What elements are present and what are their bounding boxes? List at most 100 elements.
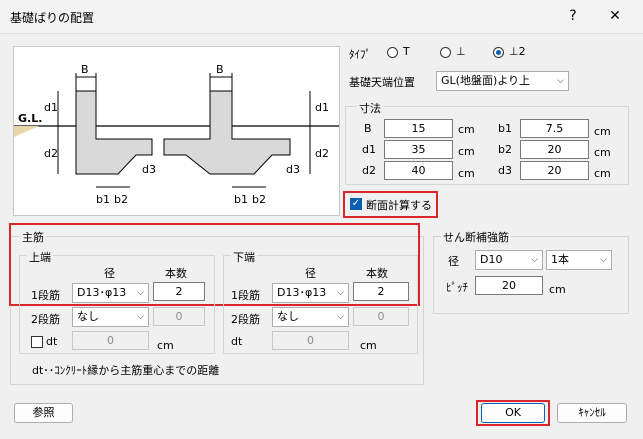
right-d3-label: d3 bbox=[286, 163, 300, 176]
main-bar-title: 主筋 bbox=[20, 229, 46, 245]
type-radio-inverted-t2[interactable] bbox=[493, 47, 504, 58]
dim-b2-label: b2 bbox=[498, 143, 512, 156]
right-b1-label: b1 bbox=[234, 193, 248, 206]
beam-diagram: G.L. B B d1 d2 d1 d2 d3 d3 b1 b2 b1 b2 bbox=[13, 46, 340, 216]
dim-d1-unit: cm bbox=[458, 145, 475, 158]
dim-b-label: B bbox=[364, 122, 372, 135]
top-bar-title: 上端 bbox=[27, 249, 53, 265]
right-d2-label: d2 bbox=[315, 147, 329, 160]
type-option-inverted-t: ⊥ bbox=[456, 45, 466, 58]
cancel-button[interactable]: ｷｬﾝｾﾙ bbox=[557, 403, 627, 423]
top-row1-label: 1段筋 bbox=[31, 289, 60, 302]
bottom-row2-dia-value: なし bbox=[277, 310, 299, 323]
dt-note: dt･･ｺﾝｸﾘｰﾄ縁から主筋重心までの距離 bbox=[32, 364, 220, 377]
bottom-row2-count-input[interactable]: 0 bbox=[353, 307, 409, 326]
top-dt-unit: cm bbox=[157, 339, 174, 352]
top-dt-label: dt bbox=[46, 335, 58, 348]
chevron-down-icon: ⌵ bbox=[137, 288, 144, 298]
chevron-down-icon: ⌵ bbox=[137, 312, 144, 322]
shear-dia-label: 径 bbox=[448, 255, 459, 268]
left-d3-label: d3 bbox=[142, 163, 156, 176]
dim-b1-label: b1 bbox=[498, 122, 512, 135]
chevron-down-icon: ⌵ bbox=[557, 76, 564, 86]
bottom-dt-unit: cm bbox=[360, 339, 377, 352]
top-row2-label: 2段筋 bbox=[31, 313, 60, 326]
type-radio-t[interactable] bbox=[387, 47, 398, 58]
left-b2-label: b2 bbox=[114, 193, 128, 206]
type-radio-inverted-t[interactable] bbox=[440, 47, 451, 58]
bottom-dt-label: dt bbox=[231, 335, 243, 348]
top-level-value: GL(地盤面)より上 bbox=[441, 74, 531, 87]
beam-section-drawing: G.L. B B d1 d2 d1 d2 d3 d3 b1 b2 b1 b2 bbox=[14, 63, 339, 206]
bottom-row2-label: 2段筋 bbox=[231, 313, 260, 326]
top-row2-count-input[interactable]: 0 bbox=[153, 307, 205, 326]
shear-title: せん断補強筋 bbox=[441, 229, 511, 245]
dim-b1-unit: cm bbox=[594, 125, 611, 138]
bottom-row2-dia-select[interactable]: なし ⌵ bbox=[272, 307, 349, 327]
type-option-inverted-t2: ⊥2 bbox=[509, 45, 526, 58]
top-dt-input[interactable]: 0 bbox=[72, 331, 149, 350]
top-dt-checkbox[interactable] bbox=[31, 336, 43, 348]
dim-d3-unit: cm bbox=[594, 167, 611, 180]
dim-b-unit: cm bbox=[458, 123, 475, 136]
left-d1-label: d1 bbox=[44, 101, 58, 114]
dimensions-title: 寸法 bbox=[357, 100, 383, 116]
left-d2-label: d2 bbox=[44, 147, 58, 160]
bottom-dia-header: 径 bbox=[305, 267, 316, 280]
ok-button[interactable]: OK bbox=[481, 403, 545, 423]
dim-d3-input[interactable]: 20 bbox=[520, 161, 589, 180]
top-row2-dia-select[interactable]: なし ⌵ bbox=[72, 307, 149, 327]
bottom-bar-title: 下端 bbox=[231, 249, 257, 265]
shear-pitch-label: ﾋﾟｯﾁ bbox=[446, 281, 468, 294]
gl-label: G.L. bbox=[18, 112, 42, 125]
shear-count-select[interactable]: 1本 ⌵ bbox=[546, 250, 612, 270]
shear-count-value: 1本 bbox=[551, 253, 569, 266]
dim-d1-label: d1 bbox=[362, 143, 376, 156]
shear-pitch-unit: cm bbox=[549, 283, 566, 296]
window-title: 基礎ばりの配置 bbox=[10, 11, 95, 25]
section-calc-label: 断面計算する bbox=[366, 199, 432, 212]
dim-d2-label: d2 bbox=[362, 164, 376, 177]
shear-pitch-input[interactable]: 20 bbox=[475, 276, 543, 295]
section-calc-checkbox[interactable]: ✓ bbox=[350, 198, 362, 210]
dim-b2-input[interactable]: 20 bbox=[520, 140, 589, 159]
type-option-t: T bbox=[403, 45, 410, 58]
dim-d1-input[interactable]: 35 bbox=[384, 140, 453, 159]
top-dia-header: 径 bbox=[104, 267, 115, 280]
top-row1-count-input[interactable]: 2 bbox=[153, 282, 205, 301]
left-b-label: B bbox=[81, 63, 89, 76]
shear-dia-select[interactable]: D10 ⌵ bbox=[475, 250, 543, 270]
chevron-down-icon: ⌵ bbox=[337, 312, 344, 322]
dim-b-input[interactable]: 15 bbox=[384, 119, 453, 138]
type-label: ﾀｲﾌﾟ bbox=[349, 48, 371, 61]
dim-d2-unit: cm bbox=[458, 167, 475, 180]
right-b2-label: b2 bbox=[252, 193, 266, 206]
chevron-down-icon: ⌵ bbox=[531, 255, 538, 265]
close-button[interactable]: ✕ bbox=[604, 6, 626, 26]
bottom-row1-label: 1段筋 bbox=[231, 289, 260, 302]
top-count-header: 本数 bbox=[165, 267, 187, 280]
shear-group bbox=[433, 236, 629, 314]
top-level-label: 基礎天端位置 bbox=[349, 76, 415, 89]
dim-d3-label: d3 bbox=[498, 164, 512, 177]
left-b1-label: b1 bbox=[96, 193, 110, 206]
top-row1-dia-value: D13･φ13 bbox=[77, 286, 127, 299]
chevron-down-icon: ⌵ bbox=[337, 288, 344, 298]
dim-b2-unit: cm bbox=[594, 146, 611, 159]
dim-b1-input[interactable]: 7.5 bbox=[520, 119, 589, 138]
bottom-row1-dia-select[interactable]: D13･φ13 ⌵ bbox=[272, 283, 349, 303]
top-row2-dia-value: なし bbox=[77, 310, 99, 323]
help-button[interactable]: ? bbox=[562, 6, 584, 26]
right-b-label: B bbox=[216, 63, 224, 76]
bottom-dt-input[interactable]: 0 bbox=[272, 331, 349, 350]
right-d1-label: d1 bbox=[315, 101, 329, 114]
top-row1-dia-select[interactable]: D13･φ13 ⌵ bbox=[72, 283, 149, 303]
reference-button[interactable]: 参照 bbox=[14, 403, 73, 423]
bottom-count-header: 本数 bbox=[366, 267, 388, 280]
bottom-row1-dia-value: D13･φ13 bbox=[277, 286, 327, 299]
dim-d2-input[interactable]: 40 bbox=[384, 161, 453, 180]
top-level-select[interactable]: GL(地盤面)より上 ⌵ bbox=[436, 71, 569, 91]
shear-dia-value: D10 bbox=[480, 253, 503, 266]
bottom-row1-count-input[interactable]: 2 bbox=[353, 282, 409, 301]
chevron-down-icon: ⌵ bbox=[600, 255, 607, 265]
